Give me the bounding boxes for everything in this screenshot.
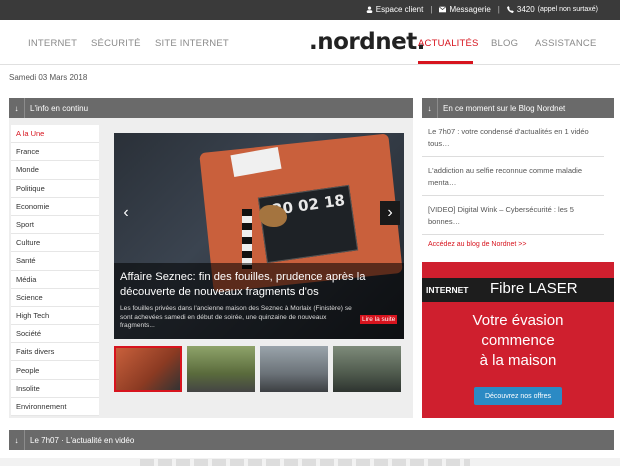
- phone-note: (appel non surtaxé): [537, 6, 598, 13]
- headline-slider[interactable]: 20 02 18 Affaire Seznec: fin des fouille…: [114, 133, 404, 339]
- utility-bar: Espace client | Messagerie | 3420 (appel…: [0, 0, 620, 20]
- menu-item-faits-divers[interactable]: Faits divers: [11, 343, 99, 362]
- blog-item[interactable]: Le 7h07 : votre condensé d'actualités en…: [422, 118, 604, 157]
- menu-item-politique[interactable]: Politique: [11, 179, 99, 198]
- menu-item-culture[interactable]: Culture: [11, 234, 99, 253]
- espace-client-label: Espace client: [375, 5, 424, 14]
- nav-site-internet[interactable]: SITE INTERNET: [155, 38, 229, 49]
- blog-list: Le 7h07 : votre condensé d'actualités en…: [422, 118, 604, 248]
- user-icon: [366, 6, 373, 13]
- phone-icon: [506, 6, 514, 13]
- ad-product: Fibre LASER: [490, 280, 578, 297]
- menu-item-science[interactable]: Science: [11, 288, 99, 307]
- menu-item-high-tech[interactable]: High Tech: [11, 306, 99, 326]
- thumbnail-2[interactable]: [187, 346, 255, 392]
- messagerie-link[interactable]: Messagerie: [439, 5, 491, 14]
- blog-item[interactable]: L'addiction au selfie reconnue comme mal…: [422, 157, 604, 196]
- read-more-link[interactable]: Lire la suite: [360, 315, 398, 324]
- nav-assistance[interactable]: ASSISTANCE: [535, 38, 596, 49]
- phone-info: 3420 (appel non surtaxé): [506, 5, 598, 14]
- blog-access-link[interactable]: Accédez au blog de Nordnet >>: [422, 235, 604, 248]
- menu-item-economie[interactable]: Economie: [11, 197, 99, 216]
- thumbnail-4[interactable]: [333, 346, 401, 392]
- ad-line-3: à la maison: [479, 352, 557, 369]
- arrow-down-icon: ↓: [9, 430, 25, 450]
- video-section-title: Le 7h07 · L'actualité en vidéo: [30, 435, 135, 445]
- nav-blog[interactable]: BLOG: [491, 38, 518, 49]
- main-header: INTERNET SÉCURITÉ SITE INTERNET .nordnet…: [0, 20, 620, 65]
- video-section-bar: ↓ Le 7h07 · L'actualité en vidéo: [9, 430, 614, 450]
- ad-cta-button[interactable]: Découvrez nos offres: [474, 387, 562, 405]
- chevron-right-icon[interactable]: ›: [380, 201, 400, 225]
- blog-section-bar: ↓ En ce moment sur le Blog Nordnet: [422, 98, 614, 118]
- slide-title[interactable]: Affaire Seznec: fin des fouilles, pruden…: [120, 270, 398, 300]
- nav-internet[interactable]: INTERNET: [28, 38, 77, 49]
- arrow-down-icon: ↓: [422, 98, 438, 118]
- current-date: Samedi 03 Mars 2018: [9, 73, 88, 82]
- menu-item-france[interactable]: France: [11, 143, 99, 162]
- menu-item-a-la-une[interactable]: A la Une: [11, 125, 99, 144]
- slide-photo-scale: [242, 209, 252, 269]
- envelope-icon: [439, 6, 447, 13]
- menu-item-sport[interactable]: Sport: [11, 215, 99, 235]
- menu-item-insolite[interactable]: Insolite: [11, 379, 99, 398]
- nav-actualites[interactable]: ACTUALITÉS: [418, 38, 479, 49]
- ad-line-1: Votre évasion: [472, 312, 564, 329]
- slide-thumbnails: [114, 346, 404, 392]
- logo-text: .nordnet.: [309, 29, 425, 55]
- menu-item-environnement[interactable]: Environnement: [11, 397, 99, 416]
- blog-item[interactable]: [VIDEO] Digital Wink – Cybersécurité : l…: [422, 196, 604, 235]
- chevron-left-icon[interactable]: ‹: [116, 201, 136, 225]
- messagerie-label: Messagerie: [449, 5, 491, 14]
- espace-client-link[interactable]: Espace client: [366, 5, 424, 14]
- slide-summary: Les fouilles privées dans l'ancienne mai…: [120, 305, 352, 330]
- nordnet-logo[interactable]: .nordnet.: [309, 29, 425, 55]
- separator: |: [430, 5, 433, 14]
- info-section-bar: ↓ L'info en continu: [9, 98, 413, 118]
- menu-item-monde[interactable]: Monde: [11, 161, 99, 180]
- slide-photo-bone: [259, 205, 287, 227]
- separator: |: [497, 5, 500, 14]
- video-headline-placeholder: [140, 459, 470, 466]
- category-menu: A la Une France Monde Politique Economie…: [11, 125, 99, 416]
- active-tab-indicator: [418, 61, 473, 64]
- nav-securite[interactable]: SÉCURITÉ: [91, 38, 141, 49]
- blog-section-title: En ce moment sur le Blog Nordnet: [443, 103, 566, 113]
- ad-brand: INTERNET: [426, 285, 469, 295]
- info-section-title: L'info en continu: [30, 103, 89, 113]
- menu-item-societe[interactable]: Société: [11, 325, 99, 344]
- arrow-down-icon: ↓: [9, 98, 25, 118]
- ad-line-2: commence: [481, 332, 555, 349]
- menu-item-media[interactable]: Média: [11, 270, 99, 289]
- menu-item-sante[interactable]: Santé: [11, 252, 99, 271]
- utility-links: Espace client | Messagerie | 3420 (appel…: [366, 5, 598, 14]
- fibre-laser-ad[interactable]: INTERNET Fibre LASER Votre évasion comme…: [422, 262, 614, 418]
- phone-number: 3420: [516, 5, 535, 14]
- thumbnail-3[interactable]: [260, 346, 328, 392]
- menu-item-people[interactable]: People: [11, 361, 99, 380]
- thumbnail-1[interactable]: [114, 346, 182, 392]
